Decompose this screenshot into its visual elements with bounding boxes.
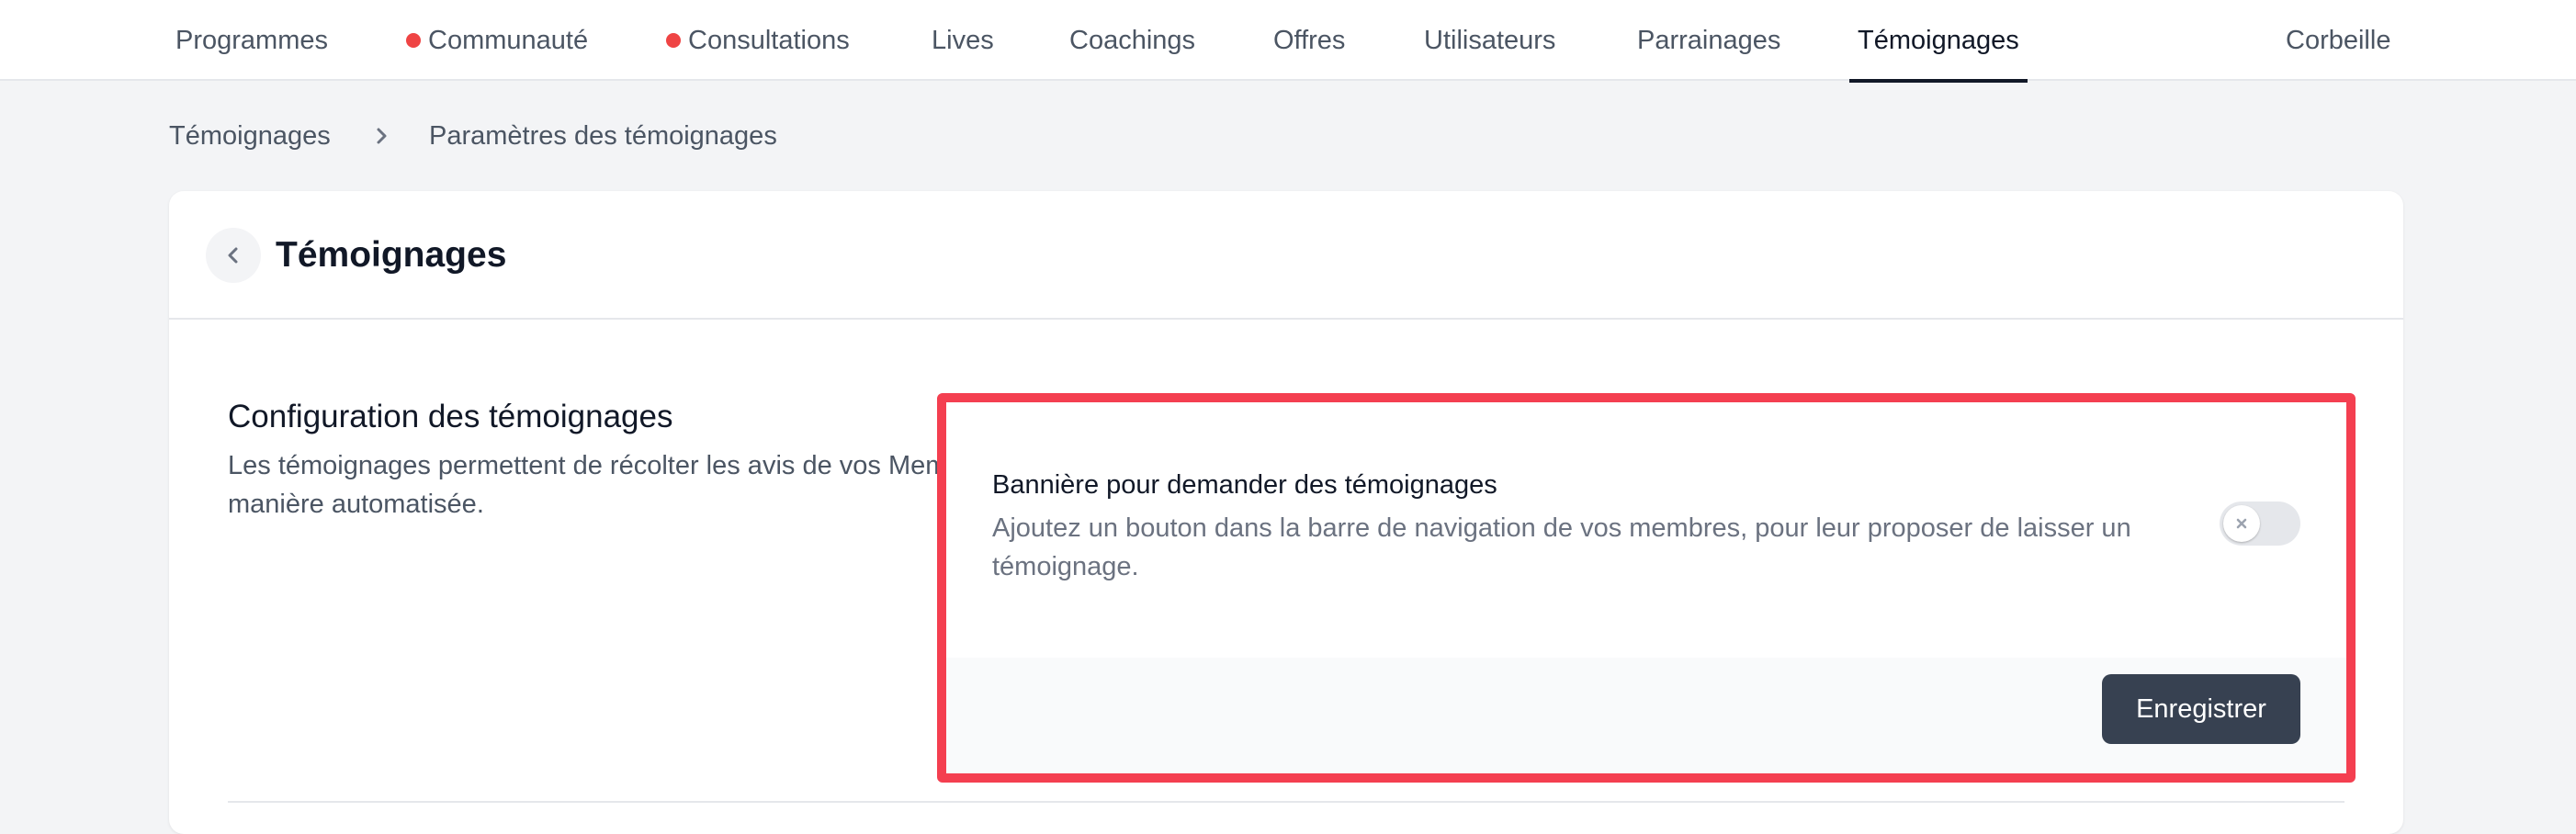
back-button[interactable] <box>206 228 261 283</box>
breadcrumb-label: Paramètres des témoignages <box>429 120 777 151</box>
settings-card: Témoignages Configuration des témoignage… <box>169 191 2403 834</box>
notification-dot <box>406 33 421 48</box>
nav-tab-consultations[interactable]: Consultations <box>666 0 850 81</box>
breadcrumb-link-temoignages[interactable]: Témoignages <box>169 118 331 154</box>
section-title: Configuration des témoignages <box>228 399 673 434</box>
notification-dot <box>666 33 681 48</box>
nav-tab-label: Parrainages <box>1637 25 1781 55</box>
breadcrumb-label: Témoignages <box>169 120 331 151</box>
nav-tab-label: Utilisateurs <box>1424 25 1556 55</box>
nav-tab-label: Lives <box>932 25 994 55</box>
nav-tab-corbeille[interactable]: Corbeille <box>2286 0 2390 81</box>
nav-tab-communaute[interactable]: Communauté <box>406 0 588 81</box>
nav-tab-label: Programmes <box>175 25 328 55</box>
save-button[interactable]: Enregistrer <box>2102 674 2300 744</box>
nav-tab-utilisateurs[interactable]: Utilisateurs <box>1424 0 1555 81</box>
section-divider <box>228 801 2344 803</box>
nav-tab-label: Consultations <box>688 25 850 55</box>
card-header: Témoignages <box>169 191 2403 320</box>
chevron-left-icon <box>228 247 238 264</box>
nav-tab-label: Témoignages <box>1858 25 2019 55</box>
setting-description: Ajoutez un bouton dans la barre de navig… <box>992 513 2131 581</box>
nav-tab-programmes[interactable]: Programmes <box>175 0 328 81</box>
page-title: Témoignages <box>276 235 507 275</box>
testimonial-banner-toggle[interactable] <box>2220 502 2300 546</box>
nav-tab-temoignages[interactable]: Témoignages <box>1849 0 2028 83</box>
nav-tab-label: Corbeille <box>2286 25 2391 55</box>
setting-label: Bannière pour demander des témoignages <box>992 470 1497 500</box>
toggle-knob <box>2223 505 2260 542</box>
nav-tab-label: Communauté <box>428 25 589 55</box>
nav-tab-coachings[interactable]: Coachings <box>1069 0 1195 81</box>
breadcrumb-current: Paramètres des témoignages <box>429 118 777 154</box>
chevron-right-icon <box>377 128 387 144</box>
nav-tab-lives[interactable]: Lives <box>932 0 994 81</box>
nav-tab-parrainages[interactable]: Parrainages <box>1637 0 1780 81</box>
x-icon <box>2236 518 2247 529</box>
top-navigation: Programmes Communauté Consultations Live… <box>0 0 2576 83</box>
nav-tab-label: Offres <box>1273 25 1346 55</box>
nav-tab-label: Coachings <box>1069 25 1196 55</box>
nav-tab-offres[interactable]: Offres <box>1273 0 1345 81</box>
